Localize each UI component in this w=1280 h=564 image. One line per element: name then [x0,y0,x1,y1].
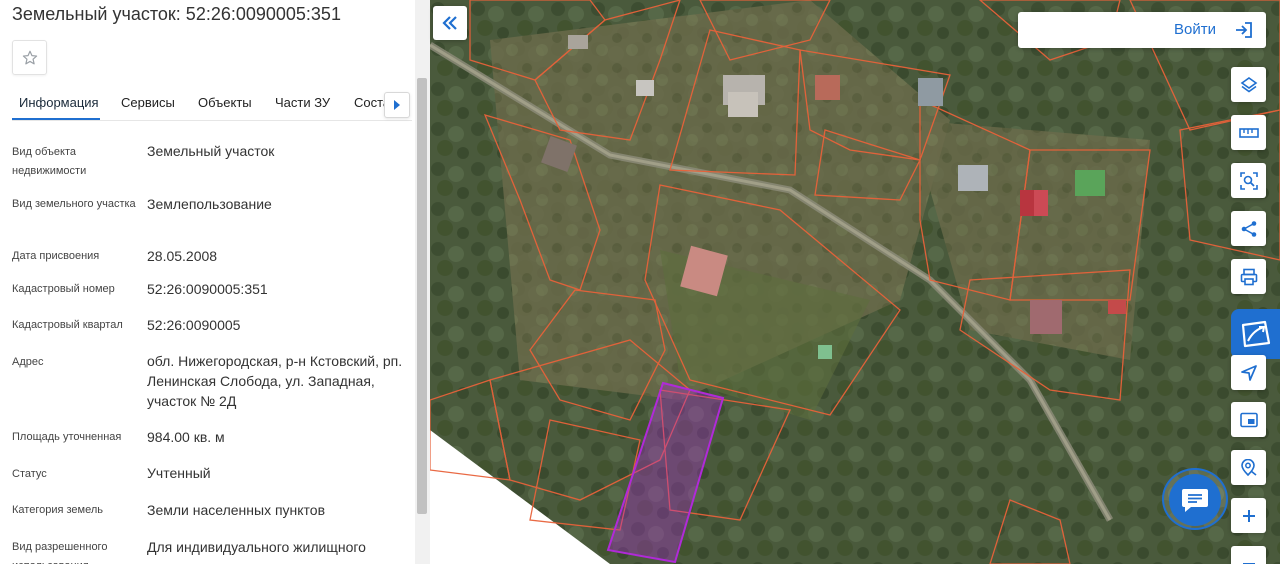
zoom-out-button[interactable] [1231,546,1266,564]
row-label-cadastral-number: Кадастровый номер [12,283,115,295]
favorite-button[interactable] [12,40,47,75]
cadastre-map-button[interactable] [1231,309,1280,359]
row-label-permitted-use: Вид разрешенного использования [12,541,108,564]
collapse-panel-button[interactable] [433,6,467,40]
locate-button[interactable] [1231,355,1266,390]
active-tab-indicator [12,118,100,120]
tabs-next-button[interactable] [384,92,410,118]
ruler-icon [1238,127,1259,138]
row-label-parcel-type: Вид земельного участка [12,198,136,210]
login-button[interactable]: Войти [1018,12,1266,48]
row-value-address: обл. Нижегородская, р-н Кстовский, рп. Л… [147,353,403,409]
area-select-button[interactable] [1231,163,1266,198]
row-value-permitted-use: Для индивидуального жилищного строительс… [147,539,366,564]
layers-icon [1240,76,1257,92]
print-button[interactable] [1231,259,1266,294]
app-root: Земельный участок: 52:26:0090005:351 Инф… [0,0,1280,564]
search-location-icon [1240,458,1256,476]
row-label-area: Площадь уточненная [12,431,122,443]
chat-icon [1182,489,1208,512]
map-view[interactable] [430,0,1280,564]
star-icon [22,50,37,64]
page-title: Земельный участок: 52:26:0090005:351 [12,4,341,24]
tab-services[interactable]: Сервисы [121,95,175,110]
tab-bar: Информация Сервисы Объекты Части ЗУ Сост… [12,89,412,121]
search-location-button[interactable] [1231,450,1266,485]
row-value-assign-date: 28.05.2008 [147,248,218,264]
row-value-status: Учтенный [147,465,211,481]
layers-button[interactable] [1231,67,1266,102]
row-value-cadastral-quarter: 52:26:0090005 [147,317,241,333]
info-panel: Земельный участок: 52:26:0090005:351 Инф… [0,0,430,564]
tab-parts[interactable]: Части ЗУ [275,95,330,110]
row-label-cadastral-quarter: Кадастровый квартал [12,319,123,331]
row-label-assign-date: Дата присвоения [12,250,100,262]
row-value-parcel-type: Землепользование [147,196,272,212]
row-value-land-category: Земли населенных пунктов [147,502,326,518]
minimap-button[interactable] [1231,402,1266,437]
row-label-status: Статус [12,468,47,480]
area-select-icon [1239,171,1258,190]
cadastre-icon [1241,320,1270,348]
row-value-cadastral-number: 52:26:0090005:351 [147,281,268,297]
panel-scrollbar-thumb[interactable] [417,78,427,514]
share-button[interactable] [1231,211,1266,246]
row-value-area: 984.00 кв. м [147,429,225,445]
minimap-icon [1239,412,1258,427]
minus-icon [1242,562,1255,564]
row-label-address: Адрес [12,356,44,368]
row-label-land-category: Категория земель [12,504,103,516]
login-icon [1236,22,1252,38]
caret-right-icon [394,100,400,110]
row-label-object-type: Вид объекта недвижимости [12,146,87,177]
print-icon [1240,268,1257,285]
tab-information[interactable]: Информация [19,95,99,110]
chat-button[interactable] [1169,474,1221,526]
plus-icon [1242,509,1255,522]
tab-objects[interactable]: Объекты [198,95,252,110]
login-label: Войти [1174,21,1216,38]
info-panel-content: Земельный участок: 52:26:0090005:351 Инф… [0,0,415,564]
satellite-map [430,0,1280,564]
share-icon [1241,220,1256,237]
zoom-in-button[interactable] [1231,498,1266,533]
double-chevron-left-icon [442,16,457,30]
locate-icon [1240,364,1257,381]
ruler-button[interactable] [1231,115,1266,150]
row-value-object-type: Земельный участок [147,143,275,159]
